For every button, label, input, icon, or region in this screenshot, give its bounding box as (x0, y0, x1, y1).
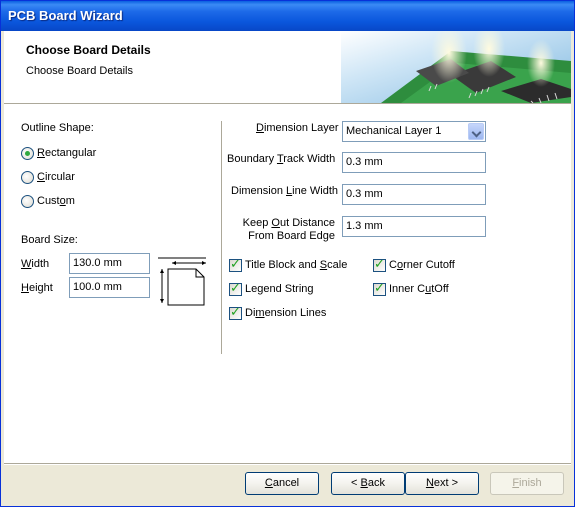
radio-rectangular[interactable] (21, 147, 34, 160)
legend-string-label[interactable]: Legend String (245, 283, 314, 295)
radio-circular-label[interactable]: Circular (37, 171, 75, 183)
cancel-button[interactable]: Cancel (245, 472, 319, 495)
keep-out-distance-label: Keep Out Distance From Board Edge (242, 217, 335, 242)
title-block-checkbox[interactable] (229, 257, 242, 272)
boundary-track-width-label: Boundary Track Width (227, 153, 336, 165)
radio-custom-label[interactable]: Custom (37, 195, 75, 207)
dimension-layer-select[interactable]: Mechanical Layer 1 (342, 121, 486, 142)
radio-custom[interactable] (21, 195, 34, 208)
dimension-line-width-label: Dimension Line Width (231, 185, 339, 197)
header-subtitle: Choose Board Details (26, 65, 134, 77)
width-label: Width (21, 258, 50, 270)
wizard-body: Outline Shape: Rectangular Circular Cust… (4, 105, 571, 463)
inner-cutoff-label[interactable]: Inner CutOff (389, 283, 449, 295)
finish-button[interactable]: Finish (490, 472, 564, 495)
radio-circular[interactable] (21, 171, 34, 184)
dimension-line-width-input[interactable]: 0.3 mm (342, 184, 486, 205)
legend-string-checkbox[interactable] (229, 281, 242, 296)
column-divider (221, 121, 223, 354)
corner-cutoff-label[interactable]: Corner Cutoff (389, 259, 455, 271)
wizard-footer: Cancel < Back Next > Finish (4, 465, 571, 505)
inner-cutoff-checkbox[interactable] (373, 281, 386, 296)
board-size-diagram-icon (158, 257, 206, 306)
dimension-lines-label[interactable]: Dimension Lines (245, 307, 326, 319)
window-title: PCB Board Wizard (8, 8, 123, 23)
width-input[interactable]: 130.0 mm (69, 253, 150, 274)
corner-cutoff-checkbox[interactable] (373, 257, 386, 272)
keep-out-distance-input[interactable]: 1.3 mm (342, 216, 486, 237)
outline-shape-label: Outline Shape: (21, 122, 94, 134)
back-button[interactable]: < Back (331, 472, 405, 495)
board-size-label: Board Size: (21, 234, 78, 246)
pcb-board-wizard-window: PCB Board Wizard Choose Board Details Ch… (0, 0, 575, 507)
radio-rectangular-label[interactable]: Rectangular (37, 147, 96, 159)
height-label: Height (21, 282, 53, 294)
pcb-banner-image (341, 31, 571, 103)
title-bar[interactable]: PCB Board Wizard (1, 1, 574, 31)
wizard-header: Choose Board Details Choose Board Detail… (4, 31, 571, 103)
chevron-down-icon[interactable] (468, 123, 484, 140)
dimension-lines-checkbox[interactable] (229, 305, 242, 320)
title-block-label[interactable]: Title Block and Scale (245, 259, 347, 271)
dimension-layer-label: Dimension Layer (256, 122, 339, 134)
next-button[interactable]: Next > (405, 472, 479, 495)
dimension-layer-value: Mechanical Layer 1 (346, 125, 442, 137)
header-title: Choose Board Details (26, 43, 151, 57)
boundary-track-width-input[interactable]: 0.3 mm (342, 152, 486, 173)
height-input[interactable]: 100.0 mm (69, 277, 150, 298)
